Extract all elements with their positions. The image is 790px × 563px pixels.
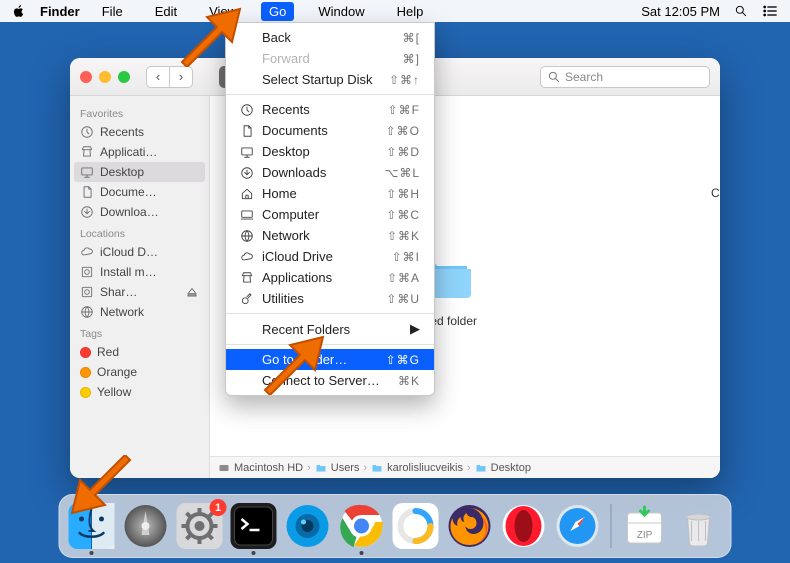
search-icon [547,70,561,84]
sidebar-item-shar-[interactable]: Shar… [70,282,209,302]
go-menu-connect-to-server-[interactable]: Connect to Server…⌘K [226,370,434,391]
sidebar-section-locations: Locations [70,222,209,242]
menu-go[interactable]: Go [261,2,294,21]
sidebar-item-downloa-[interactable]: Downloa… [70,202,209,222]
sidebar-item-recents[interactable]: Recents [70,122,209,142]
tag-dot [80,347,91,358]
path-bar: Macintosh HD›Users›karolisliucveikis›Des… [210,456,720,478]
forward-button[interactable]: › [169,66,193,88]
apple-menu-icon[interactable] [12,4,26,18]
file-item[interactable]: Combo Cleaner [698,116,720,214]
dock-downloads[interactable]: ZIP [622,503,668,549]
sidebar-item-red[interactable]: Red [70,342,209,362]
tag-dot [80,367,91,378]
menu-file[interactable]: File [94,2,131,21]
sidebar-item-install-m-[interactable]: Install m… [70,262,209,282]
go-menu-home[interactable]: Home⇧⌘H [226,183,434,204]
go-menu-documents[interactable]: Documents⇧⌘O [226,120,434,141]
sidebar-section-tags: Tags [70,322,209,342]
badge: 1 [210,499,227,516]
path-crumb[interactable]: Users [315,462,360,474]
go-menu-select-startup-disk[interactable]: Select Startup Disk⇧⌘↑ [226,69,434,90]
eject-icon[interactable] [185,285,199,299]
go-menu-forward: Forward⌘] [226,48,434,69]
menubar: Finder File Edit View Go Window Help Sat 12:0… [0,0,790,22]
sidebar-item-icloud-d-[interactable]: iCloud D… [70,242,209,262]
go-menu-dropdown: Back⌘[Forward⌘]Select Startup Disk⇧⌘↑ Rec… [225,22,435,396]
sidebar-item-docume-[interactable]: Docume… [70,182,209,202]
svg-text:ZIP: ZIP [637,530,653,541]
back-button[interactable]: ‹ [146,66,170,88]
dock-app-firefox[interactable] [447,503,493,549]
menu-help[interactable]: Help [389,2,432,21]
dock-divider [611,504,612,548]
dock-app-terminal[interactable] [231,503,277,549]
spotlight-icon[interactable] [734,4,748,18]
go-menu-icloud-drive[interactable]: iCloud Drive⇧⌘I [226,246,434,267]
minimize-window-button[interactable] [99,71,111,83]
menu-view[interactable]: View [201,2,245,21]
dock-app-finder[interactable] [69,503,115,549]
sidebar-item-orange[interactable]: Orange [70,362,209,382]
maximize-window-button[interactable] [118,71,130,83]
go-menu-utilities[interactable]: Utilities⇧⌘U [226,288,434,309]
control-center-icon[interactable] [762,4,778,18]
dock-app-webcam[interactable] [285,503,331,549]
dock-app-system-preferences[interactable]: 1 [177,503,223,549]
dock-app-opera[interactable] [501,503,547,549]
go-menu-applications[interactable]: Applications⇧⌘A [226,267,434,288]
path-crumb[interactable]: Macintosh HD [218,462,303,474]
sidebar-item-yellow[interactable]: Yellow [70,382,209,402]
path-crumb[interactable]: karolisliucveikis [371,462,463,474]
sidebar-item-applicati-[interactable]: Applicati… [70,142,209,162]
dock-app-launchpad[interactable] [123,503,169,549]
path-crumb[interactable]: Desktop [475,462,531,474]
sidebar: FavoritesRecentsApplicati…DesktopDocume…… [70,96,210,478]
menubar-clock[interactable]: Sat 12:05 PM [641,4,720,19]
tag-dot [80,387,91,398]
go-menu-back[interactable]: Back⌘[ [226,27,434,48]
menu-window[interactable]: Window [310,2,372,21]
go-menu-go-to-folder-[interactable]: Go to Folder…⇧⌘G [226,349,434,370]
sidebar-section-favorites: Favorites [70,102,209,122]
go-menu-computer[interactable]: Computer⇧⌘C [226,204,434,225]
file-name: RAM [584,186,611,200]
search-placeholder: Search [565,70,603,84]
dock-app-google-chrome[interactable] [339,503,385,549]
sidebar-item-network[interactable]: Network [70,302,209,322]
go-menu-desktop[interactable]: Desktop⇧⌘D [226,141,434,162]
go-menu-recents[interactable]: Recents⇧⌘F [226,99,434,120]
go-menu-recent-folders[interactable]: Recent Folders▶ [226,318,434,340]
dock-app-safari[interactable] [555,503,601,549]
search-field[interactable]: Search [540,66,710,88]
active-app-name[interactable]: Finder [40,4,80,19]
go-menu-downloads[interactable]: Downloads⌥⌘L [226,162,434,183]
file-thumb [565,116,629,180]
close-window-button[interactable] [80,71,92,83]
go-menu-network[interactable]: Network⇧⌘K [226,225,434,246]
menu-edit[interactable]: Edit [147,2,185,21]
dock-app-combo-cleaner[interactable] [393,503,439,549]
dock-trash[interactable] [676,503,722,549]
dock: 1 ZIP [59,494,732,558]
file-name: Combo Cleaner [711,186,720,200]
sidebar-item-desktop[interactable]: Desktop [74,162,205,182]
